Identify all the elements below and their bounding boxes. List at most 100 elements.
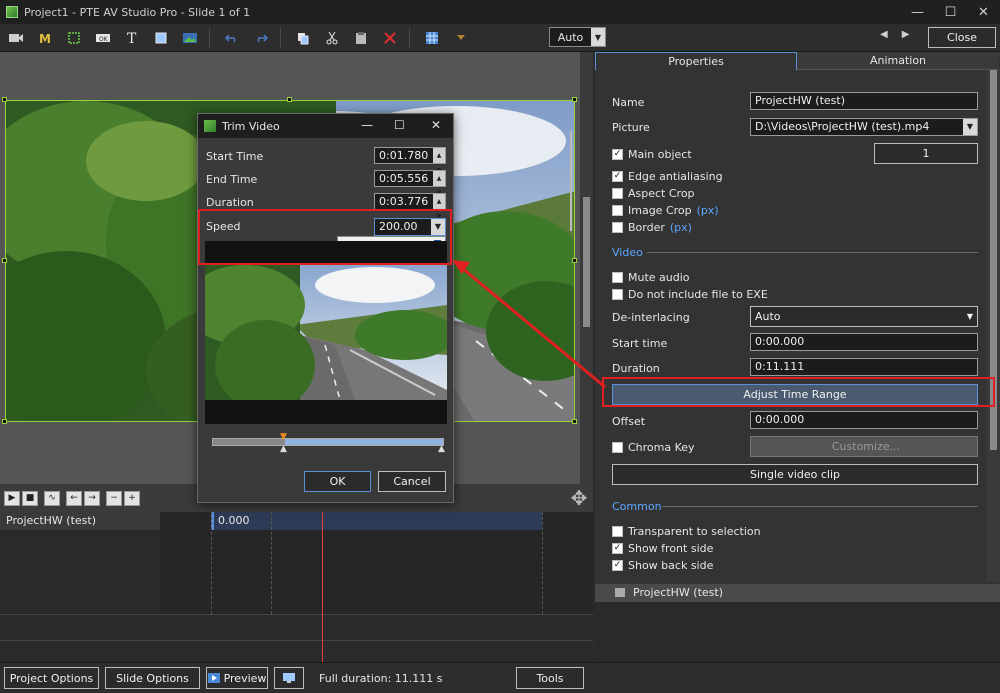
arrow-left-icon[interactable]: ← xyxy=(66,490,82,506)
arrow-right-icon[interactable]: → xyxy=(84,490,100,506)
resize-handle[interactable] xyxy=(572,97,577,102)
ok-button[interactable]: OK xyxy=(304,471,371,492)
grid-dropdown-icon[interactable] xyxy=(448,27,474,49)
start-time-field[interactable]: 0:00.000 xyxy=(750,333,978,351)
slide-options-button[interactable]: Slide Options xyxy=(105,667,200,689)
spinner-arrows-icon[interactable]: ▲▼ xyxy=(433,171,445,197)
maximize-icon[interactable]: ☐ xyxy=(394,118,405,132)
duration-field[interactable]: 0:11.111 xyxy=(750,358,978,376)
mask-icon[interactable]: M xyxy=(32,27,58,49)
move-icon[interactable]: ✥ xyxy=(567,486,591,510)
delete-icon[interactable] xyxy=(377,27,403,49)
minimize-icon[interactable]: — xyxy=(361,118,373,132)
tab-properties[interactable]: Properties xyxy=(595,52,797,70)
chevron-down-icon: ▼ xyxy=(591,28,605,46)
checkmark-icon: ✓ xyxy=(612,149,623,160)
customize-button[interactable]: Customize... xyxy=(750,436,978,457)
video-camera-icon[interactable] xyxy=(3,27,29,49)
waveform-icon[interactable]: ∿ xyxy=(44,490,60,506)
zoom-in-icon[interactable]: + xyxy=(124,490,140,506)
range-end-handle-icon[interactable]: ▲ xyxy=(438,444,445,454)
redo-icon[interactable] xyxy=(248,27,274,49)
frame-icon[interactable] xyxy=(61,27,87,49)
maximize-button[interactable]: ☐ xyxy=(934,0,967,24)
resize-handle[interactable] xyxy=(572,419,577,424)
resize-handle[interactable] xyxy=(2,419,7,424)
stop-icon[interactable]: ■ xyxy=(22,490,38,506)
screen-button[interactable] xyxy=(274,667,304,689)
picture-select[interactable]: D:\Videos\ProjectHW (test).mp4 ▼ xyxy=(750,118,978,136)
mute-audio-checkbox[interactable]: Mute audio xyxy=(612,271,690,284)
resize-handle[interactable] xyxy=(2,258,7,263)
spinner-arrows-icon[interactable]: ▲▼ xyxy=(433,194,445,220)
text-icon[interactable]: T xyxy=(119,27,145,49)
deinterlacing-select[interactable]: Auto ▼ xyxy=(750,306,978,327)
range-start-marker-icon[interactable]: ▼ xyxy=(280,432,287,442)
start-time-label: Start time xyxy=(612,337,668,350)
cut-icon[interactable] xyxy=(319,27,345,49)
properties-panel: Properties Animation Name ProjectHW (tes… xyxy=(595,52,1000,584)
preview-button[interactable]: Preview xyxy=(206,667,268,689)
grid-icon[interactable] xyxy=(419,27,445,49)
picture-label: Picture xyxy=(612,121,650,134)
track-label[interactable]: ProjectHW (test) xyxy=(0,512,160,530)
transparent-checkbox[interactable]: Transparent to selection xyxy=(612,525,761,538)
minimize-button[interactable]: — xyxy=(901,0,934,24)
no-exe-checkbox[interactable]: Do not include file to EXE xyxy=(612,288,768,301)
trim-range-slider[interactable] xyxy=(212,438,444,446)
properties-scrollbar[interactable] xyxy=(987,70,1000,582)
duration-spinner[interactable]: 0:03.776 ▲ ▼ xyxy=(374,193,446,220)
spinner-arrows-icon[interactable]: ▲▼ xyxy=(433,148,445,174)
timeline-clip[interactable]: 0.000 xyxy=(211,512,542,530)
single-video-clip-button[interactable]: Single video clip xyxy=(612,464,978,485)
next-slide-icon[interactable]: ▶ xyxy=(902,29,910,40)
paste-icon[interactable] xyxy=(348,27,374,49)
main-object-checkbox[interactable]: ✓ Main object xyxy=(612,148,692,161)
resize-handle[interactable] xyxy=(287,97,292,102)
chevron-down-icon: ▼ xyxy=(966,312,973,321)
cancel-button[interactable]: Cancel xyxy=(378,471,446,492)
close-window-button[interactable]: ✕ xyxy=(967,0,1000,24)
edge-antialiasing-checkbox[interactable]: ✓ Edge antialiasing xyxy=(612,170,723,183)
image-crop-px-link[interactable]: (px) xyxy=(697,204,719,217)
show-back-checkbox[interactable]: ✓ Show back side xyxy=(612,559,713,572)
svg-text:OK: OK xyxy=(99,36,109,43)
playhead[interactable] xyxy=(322,512,323,662)
main-object-number-button[interactable]: 1 xyxy=(874,143,978,164)
image-crop-checkbox[interactable]: Image Crop (px) xyxy=(612,204,719,217)
close-button[interactable]: Close xyxy=(928,27,996,48)
copy-icon[interactable] xyxy=(290,27,316,49)
dialog-title: Trim Video xyxy=(222,119,280,133)
checkmark-icon: ✓ xyxy=(612,560,623,571)
object-tree-item[interactable]: ProjectHW (test) xyxy=(595,584,1000,602)
chroma-key-checkbox[interactable]: Chroma Key xyxy=(612,441,695,454)
resize-handle[interactable] xyxy=(2,97,7,102)
undo-icon[interactable] xyxy=(219,27,245,49)
border-checkbox[interactable]: Border (px) xyxy=(612,221,692,234)
zoom-select[interactable]: Auto ▼ xyxy=(549,27,606,47)
prev-slide-icon[interactable]: ◀ xyxy=(880,29,888,40)
rectangle-icon[interactable] xyxy=(148,27,174,49)
end-time-spinner[interactable]: 0:05.556 ▲▼ xyxy=(374,170,446,197)
show-front-checkbox[interactable]: ✓ Show front side xyxy=(612,542,713,555)
border-px-link[interactable]: (px) xyxy=(670,221,692,234)
name-field[interactable]: ProjectHW (test) xyxy=(750,92,978,110)
tab-animation[interactable]: Animation xyxy=(797,52,999,70)
zoom-select-value: Auto xyxy=(557,30,584,44)
toolbar: M OK T Auto ▼ ◀ ▶ Close xyxy=(0,24,1000,52)
aspect-crop-checkbox[interactable]: Aspect Crop xyxy=(612,187,695,200)
preview-scrollbar[interactable] xyxy=(580,52,593,484)
tools-button[interactable]: Tools xyxy=(516,667,584,689)
play-icon[interactable]: ▶ xyxy=(4,490,20,506)
range-start-handle-icon[interactable]: ▲ xyxy=(280,444,287,454)
checkmark-icon: ✓ xyxy=(612,171,623,182)
project-options-button[interactable]: Project Options xyxy=(4,667,99,689)
resize-handle[interactable] xyxy=(572,258,577,263)
zoom-out-icon[interactable]: − xyxy=(106,490,122,506)
button-object-icon[interactable]: OK xyxy=(90,27,116,49)
offset-field[interactable]: 0:00.000 xyxy=(750,411,978,429)
bottom-bar: Project Options Slide Options Preview Fu… xyxy=(0,662,1000,693)
close-icon[interactable]: ✕ xyxy=(431,118,441,132)
start-time-spinner[interactable]: 0:01.780 ▲▼ xyxy=(374,147,446,174)
image-icon[interactable] xyxy=(177,27,203,49)
